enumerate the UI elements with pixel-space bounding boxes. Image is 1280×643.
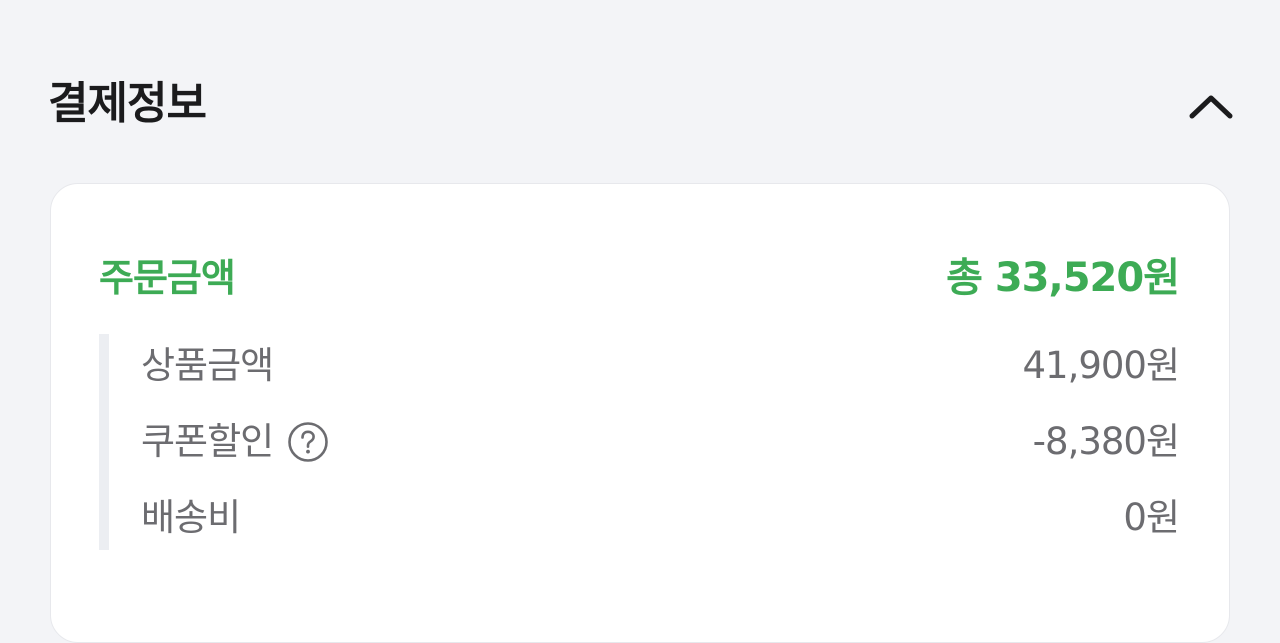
section-title: 결제정보: [48, 78, 207, 129]
coupon-discount-label-text: 쿠폰할인: [141, 420, 274, 463]
shipping-fee-label: 배송비: [141, 488, 241, 548]
collapse-button[interactable]: [1184, 86, 1238, 126]
shipping-fee-label-text: 배송비: [141, 496, 241, 539]
product-amount-value: 41,900원: [1022, 344, 1180, 387]
product-amount-label: 상품금액: [141, 336, 274, 396]
coupon-discount-value: -8,380원: [1032, 420, 1180, 463]
coupon-discount-label: 쿠폰할인: [141, 412, 329, 472]
product-amount-label-text: 상품금액: [141, 344, 274, 387]
shipping-fee-value: 0원: [1123, 496, 1180, 539]
chevron-up-icon: [1189, 95, 1233, 119]
order-total-value: 총 33,520원: [946, 255, 1180, 301]
order-amount-row: 주문금액 총 33,520원: [99, 250, 1180, 306]
payment-info-card: 주문금액 총 33,520원 상품금액 41,900원 쿠폰할인 -8,380원…: [50, 183, 1230, 643]
price-breakdown-list: 상품금액 41,900원 쿠폰할인 -8,380원 배송비 0원: [99, 334, 1180, 550]
list-item: 상품금액 41,900원: [141, 336, 1180, 396]
question-circle-icon[interactable]: [287, 421, 329, 463]
list-item: 배송비 0원: [141, 488, 1180, 548]
order-amount-label: 주문금액: [99, 256, 236, 300]
payment-info-header: 결제정보: [48, 60, 1238, 156]
list-item: 쿠폰할인 -8,380원: [141, 412, 1180, 472]
